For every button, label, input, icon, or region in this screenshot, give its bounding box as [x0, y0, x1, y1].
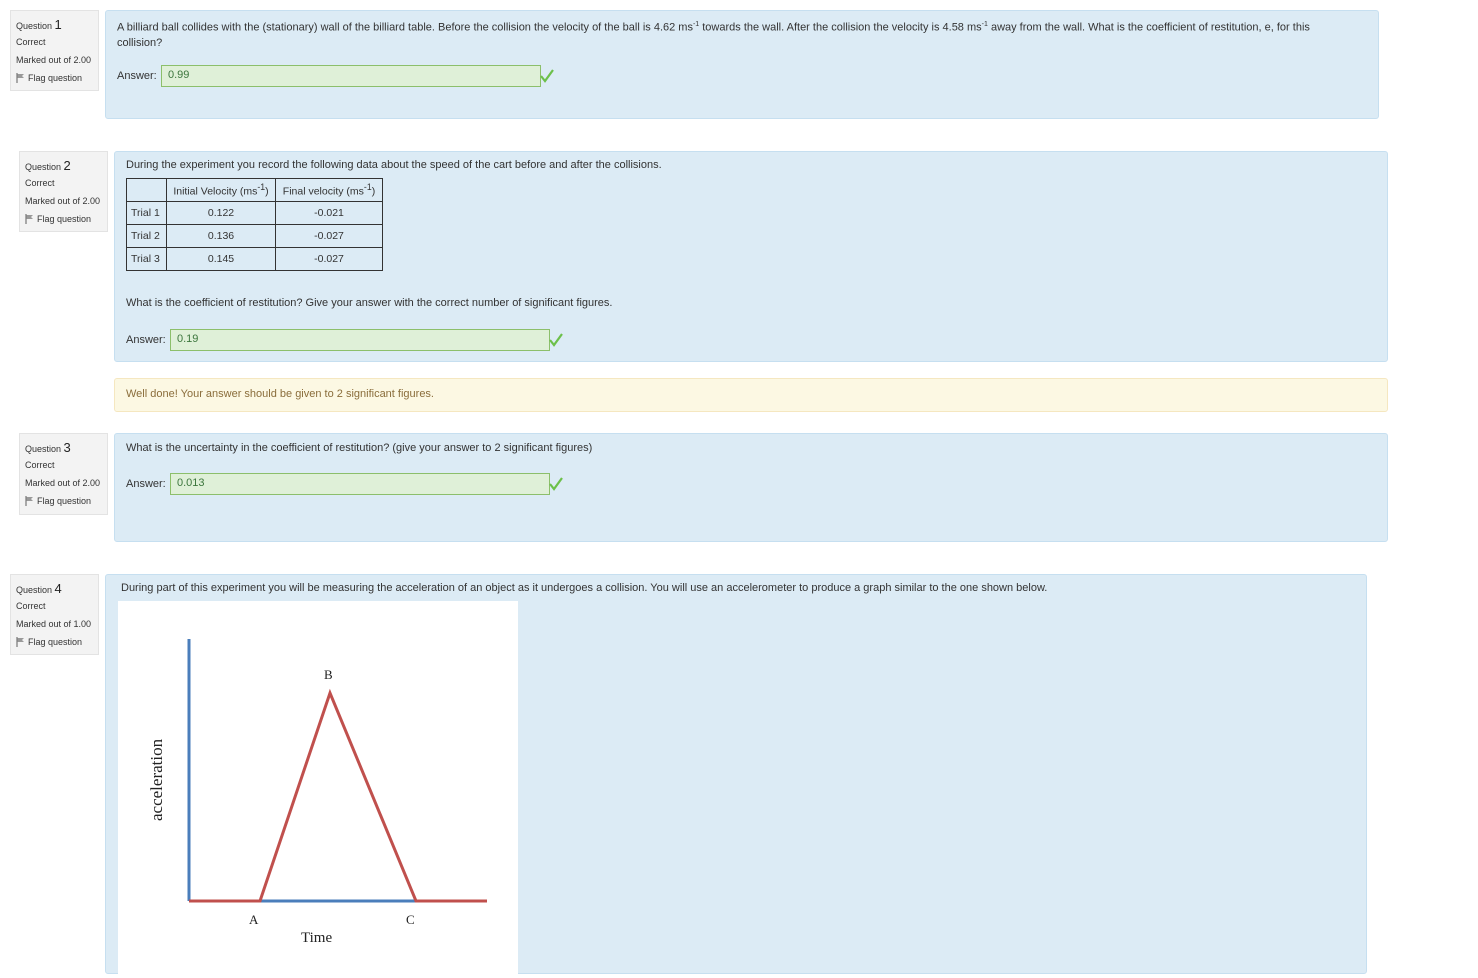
acceleration-time-graph: B A C Time acceleration [147, 639, 487, 946]
table-header-empty [126, 178, 167, 202]
final-velocity-cell: -0.027 [275, 247, 383, 271]
question-number: Question 4 [16, 581, 62, 596]
question-marks: Marked out of 2.00 [25, 478, 101, 488]
question-marks: Marked out of 2.00 [16, 55, 92, 65]
flag-question-link[interactable]: Flag question [25, 214, 102, 224]
trial-cell: Trial 3 [126, 247, 167, 271]
question-state: Correct [25, 460, 55, 470]
final-velocity-cell: -0.027 [275, 224, 383, 248]
trial-cell: Trial 2 [126, 224, 167, 248]
table-header-initial: Initial Velocity (ms-1) [166, 178, 276, 202]
question-marks: Marked out of 1.00 [16, 619, 92, 629]
question-content-2: During the experiment you record the fol… [114, 151, 1388, 362]
flag-icon [25, 214, 33, 224]
point-label-a: A [249, 912, 259, 927]
answer-label: Answer: [126, 334, 166, 346]
correct-check-icon [540, 69, 554, 83]
flag-icon [16, 637, 24, 647]
answer-input[interactable]: 0.013 [170, 473, 550, 495]
question-content-3: What is the uncertainty in the coefficie… [114, 433, 1388, 542]
question-text: What is the uncertainty in the coefficie… [126, 442, 593, 454]
question-number: Question 2 [25, 158, 71, 173]
x-axis-label: Time [301, 930, 332, 946]
y-axis-label: acceleration [147, 738, 166, 821]
initial-velocity-cell: 0.145 [166, 247, 276, 271]
question-content-4: During part of this experiment you will … [105, 574, 1367, 975]
initial-velocity-cell: 0.136 [166, 224, 276, 248]
question-info-2: Question 2 Correct Marked out of 2.00 Fl… [19, 151, 108, 232]
flag-question-link[interactable]: Flag question [16, 637, 93, 647]
flag-icon [25, 496, 33, 506]
table-header-row: Initial Velocity (ms-1) Final velocity (… [126, 178, 383, 202]
question-text: During part of this experiment you will … [121, 582, 1048, 594]
question-number: Question 1 [16, 17, 62, 32]
answer-label: Answer: [117, 70, 157, 82]
initial-velocity-cell: 0.122 [166, 201, 276, 225]
question-content-1: A billiard ball collides with the (stati… [105, 10, 1379, 119]
trial-cell: Trial 1 [126, 201, 167, 225]
table-header-final: Final velocity (ms-1) [275, 178, 383, 202]
question-state: Correct [16, 37, 46, 47]
question-info-3: Question 3 Correct Marked out of 2.00 Fl… [19, 433, 108, 515]
table-row: Trial 3 0.145 -0.027 [126, 247, 383, 271]
question-number: Question 3 [25, 440, 71, 455]
correct-check-icon [549, 477, 563, 491]
question-text: What is the coefficient of restitution? … [126, 297, 613, 309]
flag-question-link[interactable]: Flag question [25, 496, 102, 506]
acceleration-curve [189, 688, 487, 903]
question-state: Correct [25, 178, 55, 188]
flag-question-link[interactable]: Flag question [16, 73, 93, 83]
question-intro: During the experiment you record the fol… [126, 159, 662, 171]
question-info-1: Question 1 Correct Marked out of 2.00 Fl… [10, 10, 99, 91]
table-row: Trial 2 0.136 -0.027 [126, 224, 383, 248]
point-label-b: B [324, 667, 333, 682]
flag-icon [16, 73, 24, 83]
question-state: Correct [16, 601, 46, 611]
question-text: A billiard ball collides with the (stati… [117, 21, 1310, 49]
table-row: Trial 1 0.122 -0.021 [126, 201, 383, 225]
question-marks: Marked out of 2.00 [25, 196, 101, 206]
feedback-box: Well done! Your answer should be given t… [114, 378, 1388, 412]
correct-check-icon [549, 333, 563, 347]
final-velocity-cell: -0.021 [275, 201, 383, 225]
velocity-table: Initial Velocity (ms-1) Final velocity (… [126, 178, 383, 271]
acceleration-graph-panel: B A C Time acceleration [118, 601, 518, 975]
answer-input[interactable]: 0.19 [170, 329, 550, 351]
answer-input[interactable]: 0.99 [161, 65, 541, 87]
question-info-4: Question 4 Correct Marked out of 1.00 Fl… [10, 574, 99, 655]
answer-label: Answer: [126, 478, 166, 490]
point-label-c: C [406, 912, 415, 927]
